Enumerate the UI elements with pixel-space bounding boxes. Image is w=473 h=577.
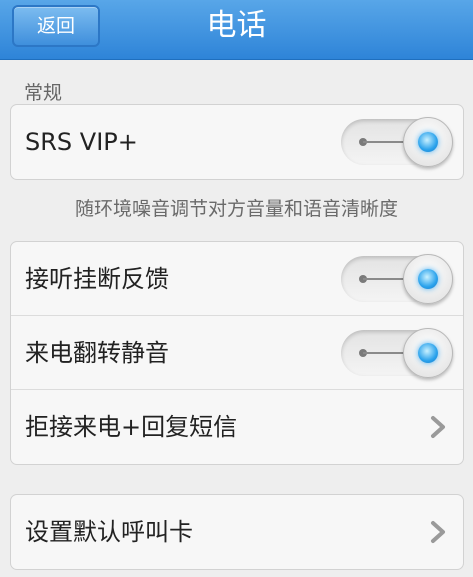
chevron-right-icon — [431, 521, 445, 543]
setting-row-reject-sms[interactable]: 拒接来电+回复短信 — [11, 390, 463, 464]
settings-group-default-card: 设置默认呼叫卡 — [10, 494, 464, 570]
chevron-right-icon — [431, 416, 445, 438]
srs-description: 随环境噪音调节对方音量和语音清晰度 — [74, 198, 398, 220]
toggle-knob — [403, 328, 453, 378]
setting-row-srs: SRS VIP+ — [11, 105, 463, 179]
flip-mute-label: 来电翻转静音 — [25, 339, 169, 367]
setting-row-flip-mute: 来电翻转静音 — [11, 316, 463, 390]
reject-sms-label: 拒接来电+回复短信 — [25, 413, 238, 441]
header-bar: 返回 电话 — [0, 0, 473, 60]
page-title: 电话 — [206, 8, 267, 43]
toggle-knob — [403, 117, 453, 167]
toggle-knob — [403, 254, 453, 304]
settings-group-calls: 接听挂断反馈 来电翻转静音 拒接来电+回复短信 — [10, 241, 464, 465]
toggle-indicator-icon — [418, 269, 438, 289]
srs-toggle[interactable] — [341, 117, 453, 167]
answer-hangup-toggle[interactable] — [341, 254, 453, 304]
settings-group-srs: SRS VIP+ — [10, 104, 464, 180]
default-card-label: 设置默认呼叫卡 — [25, 518, 193, 546]
toggle-indicator-icon — [418, 132, 438, 152]
srs-label: SRS VIP+ — [25, 128, 138, 156]
section-label-general: 常规 — [24, 82, 63, 104]
setting-row-default-card[interactable]: 设置默认呼叫卡 — [11, 495, 463, 569]
toggle-indicator-icon — [418, 343, 438, 363]
flip-mute-toggle[interactable] — [341, 328, 453, 378]
setting-row-answer-hangup: 接听挂断反馈 — [11, 242, 463, 316]
answer-hangup-label: 接听挂断反馈 — [25, 265, 169, 293]
